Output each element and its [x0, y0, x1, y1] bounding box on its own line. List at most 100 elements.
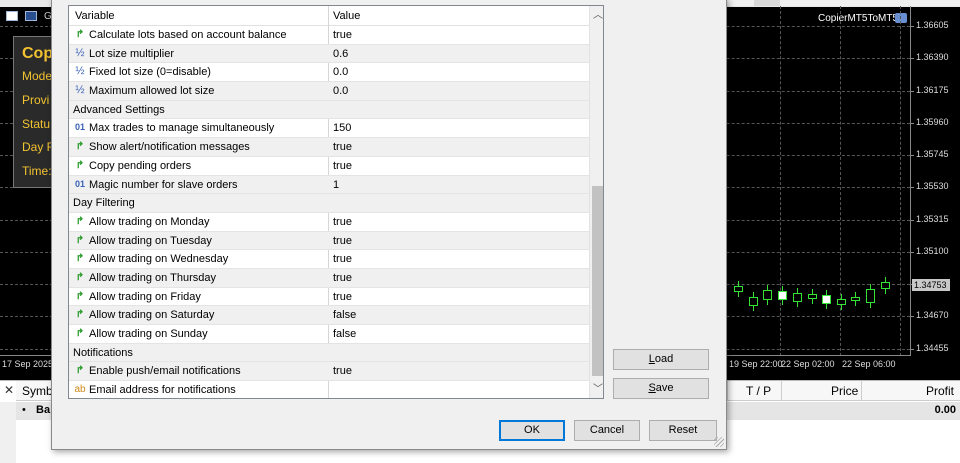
- group-row[interactable]: Notifications: [69, 343, 589, 363]
- parameter-row[interactable]: ½ Fixed lot size (0=disable) 0.0: [69, 63, 589, 83]
- reset-button[interactable]: Reset: [649, 420, 717, 441]
- parameter-value[interactable]: true: [333, 365, 352, 377]
- column-tp[interactable]: T / P: [746, 384, 771, 398]
- arrow-icon: ↱: [75, 159, 85, 171]
- group-row[interactable]: Advanced Settings: [69, 100, 589, 120]
- parameter-value[interactable]: 150: [333, 122, 351, 134]
- parameter-row[interactable]: ↱ Allow trading on Sunday false: [69, 325, 589, 344]
- terminal-side-strip: [0, 402, 16, 463]
- arrow-icon: ↱: [75, 328, 85, 339]
- column-price[interactable]: Price: [831, 384, 858, 398]
- time-label: 17 Sep 2025: [2, 359, 54, 369]
- chart-window-icon: [6, 11, 18, 21]
- parameter-value[interactable]: false: [333, 309, 356, 321]
- candle-body: [851, 297, 860, 301]
- chart-tab-strip: [728, 0, 960, 6]
- cancel-button[interactable]: Cancel: [574, 420, 640, 441]
- arrow-icon: ↱: [75, 309, 85, 321]
- chart-window-icon-2: [25, 11, 37, 21]
- parameter-value[interactable]: false: [333, 328, 356, 340]
- price-label: 1.35530: [916, 181, 949, 192]
- parameter-value[interactable]: true: [333, 160, 352, 172]
- parameter-row[interactable]: ↱ Allow trading on Saturday false: [69, 306, 589, 325]
- parameter-name: Email address for notifications: [89, 384, 236, 397]
- inputs-dialog: Variable Value ↱ Calculate lots based on …: [51, 0, 727, 450]
- parameter-rows: ↱ Calculate lots based on account balance…: [69, 26, 589, 398]
- column-variable[interactable]: Variable: [75, 10, 115, 22]
- parameter-row[interactable]: ab Email address for notifications: [69, 381, 589, 398]
- balance-label: Ba: [36, 404, 51, 416]
- price-label: 1.36175: [916, 84, 949, 95]
- parameter-name: Allow trading on Wednesday: [89, 253, 229, 266]
- parameter-row[interactable]: ↱ Allow trading on Thursday true: [69, 268, 589, 288]
- parameter-value[interactable]: 0.6: [333, 48, 348, 60]
- scroll-down-icon[interactable]: ﹀: [590, 382, 603, 398]
- candle-body: [808, 294, 817, 299]
- parameter-value[interactable]: true: [333, 253, 352, 265]
- parameter-name: Magic number for slave orders: [89, 178, 238, 191]
- info-panel-row: Time:: [22, 164, 52, 178]
- price-label: 1.35745: [916, 149, 949, 159]
- column-profit[interactable]: Profit: [926, 384, 954, 398]
- scrollbar-thumb[interactable]: [592, 186, 603, 376]
- parameter-row[interactable]: ↱ Allow trading on Tuesday true: [69, 231, 589, 251]
- group-label: Notifications: [73, 346, 133, 359]
- parameter-row[interactable]: ½ Maximum allowed lot size 0.0: [69, 82, 589, 101]
- parameter-value[interactable]: 1: [333, 179, 339, 191]
- parameter-row[interactable]: ↱ Allow trading on Wednesday true: [69, 250, 589, 269]
- parameter-value[interactable]: true: [333, 235, 352, 247]
- column-value[interactable]: Value: [333, 10, 360, 22]
- vertical-scrollbar[interactable]: ︿ ﹀: [589, 6, 603, 398]
- scroll-up-icon[interactable]: ︿: [590, 8, 603, 24]
- parameter-row[interactable]: ↱ Allow trading on Monday true: [69, 213, 589, 232]
- arrow-icon: ↱: [75, 215, 85, 227]
- parameter-row[interactable]: 01 Max trades to manage simultaneously 150: [69, 119, 589, 139]
- expert-hat-icon: [895, 13, 907, 23]
- candle-body: [734, 286, 743, 292]
- inputs-grid: Variable Value ↱ Calculate lots based on …: [68, 5, 604, 399]
- parameter-row[interactable]: 01 Magic number for slave orders 1: [69, 175, 589, 195]
- parameter-row[interactable]: ↱ Allow trading on Friday true: [69, 288, 589, 307]
- column-divider: [727, 381, 728, 401]
- parameter-value[interactable]: true: [333, 291, 352, 303]
- save-button[interactable]: Save: [613, 378, 709, 399]
- column-symbol[interactable]: Symb: [22, 384, 53, 398]
- price-label: 1.35960: [916, 116, 949, 127]
- ok-button[interactable]: OK: [499, 420, 565, 441]
- parameter-value[interactable]: true: [333, 272, 352, 284]
- price-tick: [910, 58, 914, 60]
- parameter-name: Lot size multiplier: [89, 47, 174, 60]
- parameter-row[interactable]: ↱ Enable push/email notifications true: [69, 362, 589, 382]
- arrow-icon: ↱: [75, 253, 85, 265]
- parameter-name: Copy pending orders: [89, 159, 192, 172]
- parameter-value[interactable]: true: [333, 216, 352, 228]
- arrow-icon: ↱: [75, 29, 85, 40]
- time-label: 22 Sep 02:00: [781, 359, 835, 369]
- parameter-row[interactable]: ↱ Show alert/notification messages true: [69, 138, 589, 157]
- close-icon[interactable]: ✕: [4, 383, 14, 397]
- parameter-name: Fixed lot size (0=disable): [89, 66, 211, 79]
- load-button[interactable]: Load: [613, 349, 709, 370]
- parameter-value[interactable]: true: [333, 141, 352, 153]
- parameter-row[interactable]: ½ Lot size multiplier 0.6: [69, 44, 589, 64]
- candle-body: [822, 295, 831, 304]
- parameter-value[interactable]: 0.0: [333, 85, 348, 97]
- resize-grip-icon[interactable]: [714, 437, 724, 447]
- parameter-row[interactable]: ↱ Copy pending orders true: [69, 157, 589, 176]
- parameter-value[interactable]: 0.0: [333, 66, 348, 78]
- candle-body: [837, 299, 846, 305]
- balance-profit: 0.00: [934, 404, 956, 416]
- parameter-name: Allow trading on Monday: [89, 215, 210, 228]
- group-label: Advanced Settings: [73, 103, 165, 116]
- arrow-icon: ↱: [75, 271, 85, 283]
- parameter-name: Allow trading on Sunday: [89, 328, 208, 340]
- price-label: 1.34670: [916, 310, 949, 321]
- group-row[interactable]: Day Filtering: [69, 194, 589, 213]
- parameter-row[interactable]: ↱ Calculate lots based on account balance…: [69, 26, 589, 45]
- parameter-name: Enable push/email notifications: [89, 365, 241, 378]
- time-label: 19 Sep 22:00: [729, 359, 783, 369]
- parameter-value[interactable]: true: [333, 29, 352, 41]
- integer-icon: 01: [74, 178, 85, 189]
- info-panel-row: Day F: [22, 140, 54, 154]
- price-tick: [910, 155, 914, 156]
